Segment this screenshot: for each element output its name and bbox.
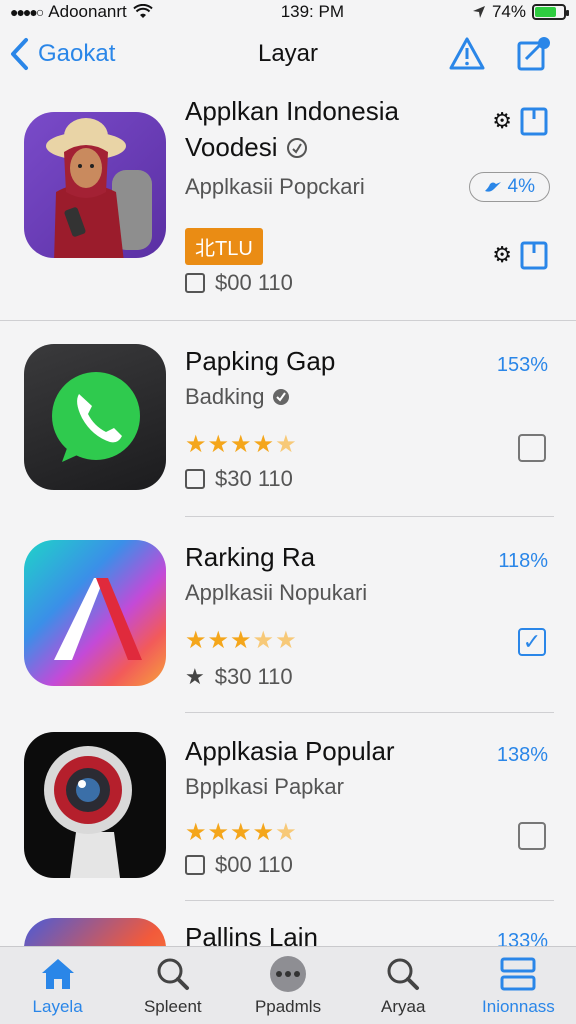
app-price: $30 110 <box>185 466 293 492</box>
tab-label: Aryaa <box>381 997 426 1016</box>
stack-icon <box>500 957 536 991</box>
app-subtitle-wrap: Badking <box>185 384 291 410</box>
signal-dots-icon: ●●●●○ <box>10 4 44 20</box>
tab-label: Ppadmls <box>254 997 322 1016</box>
app-percent: 118% <box>498 550 548 572</box>
app-subtitle: Badking <box>185 384 265 409</box>
app-icon-camera <box>24 732 166 878</box>
featured-app-icon <box>24 112 166 258</box>
app-subtitle: Bpplkasi Papkar <box>185 774 344 799</box>
featured-app-name-line2: Voodesi <box>185 132 278 162</box>
camera-icon <box>44 746 132 878</box>
status-left: ●●●●○ Adoonanrt <box>10 2 153 22</box>
featured-app-name-line1: Applkan Indonesia <box>185 96 399 126</box>
list-item[interactable]: Papking Gap Badking 153% ★★★★★ $30 110 <box>0 342 576 517</box>
battery-percent: 74% <box>491 2 526 21</box>
app-name: Applkasia Popular <box>185 736 395 766</box>
row-divider <box>185 712 554 713</box>
tab-bar: Layela Spleent Ppadmls Aryaa Inionnass <box>0 946 576 1024</box>
back-button[interactable]: Gaokat <box>8 37 115 71</box>
select-checkbox[interactable] <box>518 434 546 462</box>
app-percent: 153% <box>496 354 548 376</box>
rating-stars: ★★★★★ <box>185 431 298 458</box>
battery-fill <box>534 7 556 17</box>
featured-app-row[interactable]: Applkan Indonesia Voodesi Applkasii Popc… <box>0 92 576 322</box>
app-price-value: $00 110 <box>215 852 293 877</box>
letter-a-icon <box>54 578 142 660</box>
list-item[interactable]: Rarking Ra Applkasii Nopukari 118% ★★★★★… <box>0 538 576 713</box>
edit-note-icon[interactable] <box>514 35 552 73</box>
featured-price: $00 110 <box>185 270 293 296</box>
select-checkbox[interactable] <box>518 822 546 850</box>
tab-aryaa[interactable]: Aryaa <box>346 947 461 1024</box>
location-icon <box>472 6 485 18</box>
wifi-icon <box>133 4 153 18</box>
gear-icon-secondary[interactable]: ⚙ <box>492 242 512 268</box>
featured-app-subtitle: Applkasii Popckari <box>185 174 365 199</box>
nav-actions <box>448 35 552 73</box>
chevron-left-icon <box>11 38 28 70</box>
list-item[interactable]: Applkasia Popular Bpplkasi Papkar 138% ★… <box>0 732 576 907</box>
alert-icon[interactable] <box>448 35 486 73</box>
featured-app-name-line2-wrap: Voodesi <box>185 132 308 163</box>
status-time: 139: PM <box>280 2 344 21</box>
app-percent: 133% <box>496 930 548 946</box>
row-divider <box>185 900 554 901</box>
tab-spleent[interactable]: Spleent <box>115 947 230 1024</box>
app-subtitle: Applkasii Nopukari <box>185 580 368 605</box>
app-icon-a <box>24 540 166 686</box>
tab-label: Inionnass <box>482 997 555 1016</box>
tab-ppadmls[interactable]: Ppadmls <box>230 947 345 1024</box>
rating-stars: ★★★★★ <box>185 627 298 654</box>
battery-icon <box>531 4 569 20</box>
rating-stars: ★★★★★ <box>185 819 298 846</box>
select-checkbox-checked[interactable]: ✓ <box>518 628 546 656</box>
row-divider <box>185 516 554 517</box>
featured-price-value: $00 110 <box>215 270 293 295</box>
more-icon <box>270 956 306 992</box>
status-bar: ●●●●○ Adoonanrt 139: PM 74% <box>0 0 576 24</box>
featured-pill-button[interactable]: 4% <box>468 172 550 202</box>
tab-label: Spleent <box>143 997 202 1016</box>
status-right: 74% <box>472 2 569 22</box>
tab-layela[interactable]: Layela <box>0 947 115 1024</box>
price-checkbox[interactable] <box>185 469 205 489</box>
carrier-name: Adoonanrt <box>48 2 127 21</box>
featured-pill-value: 4% <box>507 176 535 197</box>
phone-chat-icon <box>52 372 140 462</box>
app-name: Rarking Ra <box>185 542 316 572</box>
app-name: Pallins Lain <box>185 922 318 946</box>
app-percent: 138% <box>496 744 548 766</box>
tab-inionnass[interactable]: Inionnass <box>461 947 576 1024</box>
app-price-value: $30 110 <box>214 664 293 689</box>
back-label: Gaokat <box>38 40 116 67</box>
app-price: $00 110 <box>185 852 293 878</box>
list-item[interactable]: Pallins Lain 133% <box>0 916 576 946</box>
star-outline-icon: ★ <box>185 664 205 689</box>
app-price-value: $30 110 <box>215 466 293 491</box>
price-checkbox[interactable] <box>185 273 205 293</box>
tab-label: Layela <box>32 997 83 1016</box>
home-icon <box>41 959 74 989</box>
app-icon-whatsapp <box>24 344 166 490</box>
app-icon-partial <box>24 918 166 946</box>
verified-icon <box>272 389 289 405</box>
bookmark-icon-secondary[interactable] <box>520 240 548 270</box>
price-checkbox[interactable] <box>185 855 205 875</box>
featured-badge: 北TLU <box>185 228 263 265</box>
bookmark-icon[interactable] <box>520 106 548 136</box>
navigation-bar: Gaokat Layar <box>0 28 576 80</box>
app-price: ★ $30 110 <box>185 664 293 690</box>
section-divider <box>0 320 576 321</box>
traveler-illustration-icon <box>46 118 152 258</box>
verified-icon <box>286 137 307 158</box>
gear-icon[interactable]: ⚙ <box>492 108 512 134</box>
app-name: Papking Gap <box>185 346 336 376</box>
search-icon <box>157 958 189 990</box>
bird-icon <box>484 182 501 192</box>
search-icon <box>387 958 420 990</box>
